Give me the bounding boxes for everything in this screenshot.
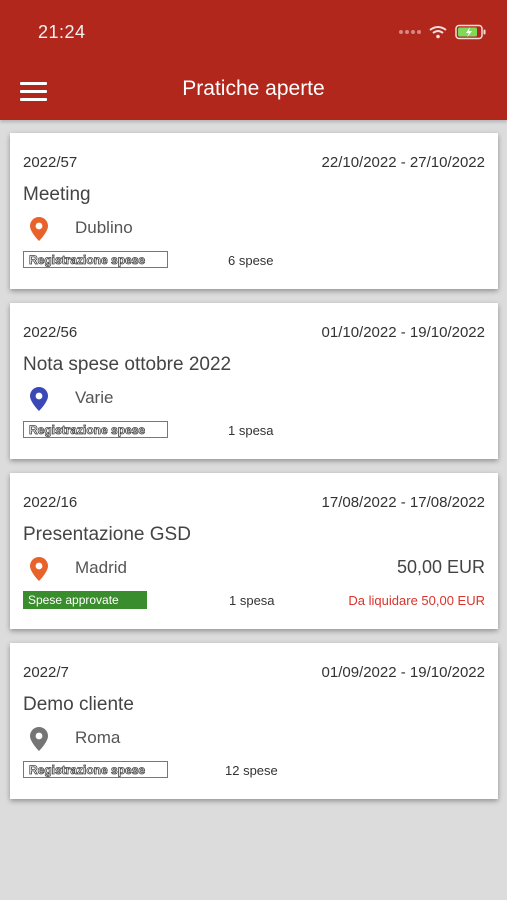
location-pin-icon [30, 217, 48, 241]
case-location: Roma [75, 728, 121, 747]
location-pin-icon [30, 557, 48, 581]
case-location: Madrid [75, 558, 127, 577]
status-bar: 21:24 [0, 0, 507, 62]
battery-charging-icon [455, 24, 486, 40]
case-code: 2022/7 [23, 664, 69, 681]
case-location: Varie [75, 388, 114, 407]
status-badge: Registrazione spese [23, 251, 168, 268]
expense-count: 12 spese [225, 763, 278, 778]
page-title: Pratiche aperte [182, 77, 325, 100]
case-title: Meeting [23, 184, 91, 205]
case-dates: 01/09/2022 - 19/10/2022 [321, 664, 485, 681]
case-amount: 50,00 EUR [396, 557, 485, 577]
case-card[interactable]: 2022/57 22/10/2022 - 27/10/2022 Meeting Dub… [10, 133, 498, 289]
app-bar: Pratiche aperte [0, 62, 507, 120]
case-card[interactable]: 2022/56 01/10/2022 - 19/10/2022 Nota spese… [10, 303, 498, 459]
status-time: 21:24 [38, 22, 86, 42]
status-icons [399, 24, 487, 40]
expense-count: 6 spese [228, 253, 274, 268]
case-title: Demo cliente [23, 694, 134, 715]
status-badge: Registrazione spese [23, 421, 168, 438]
expense-count: 1 spesa [228, 423, 274, 438]
status-badge: Registrazione spese [23, 761, 168, 778]
case-dates: 22/10/2022 - 27/10/2022 [321, 154, 485, 171]
case-title: Nota spese ottobre 2022 [23, 354, 232, 375]
case-list: 2022/57 22/10/2022 - 27/10/2022 Meeting Dub… [10, 133, 498, 813]
signal-icon [399, 30, 421, 34]
case-title: Presentazione GSD [23, 524, 191, 545]
case-dates: 17/08/2022 - 17/08/2022 [321, 494, 485, 511]
case-dates: 01/10/2022 - 19/10/2022 [321, 324, 485, 341]
case-card[interactable]: 2022/16 17/08/2022 - 17/08/2022 Presentazi… [10, 473, 498, 629]
case-card[interactable]: 2022/7 01/09/2022 - 19/10/2022 Demo client… [10, 643, 498, 799]
location-pin-icon [30, 387, 48, 411]
case-code: 2022/56 [23, 324, 78, 341]
case-code: 2022/16 [23, 494, 78, 511]
wifi-icon [429, 26, 447, 39]
amount-due: Da liquidare 50,00 EUR [348, 593, 485, 608]
location-pin-icon [30, 727, 48, 751]
status-badge: Spese approvate [23, 591, 147, 609]
case-code: 2022/57 [23, 154, 78, 171]
expense-count: 1 spesa [229, 593, 275, 608]
case-location: Dublino [75, 218, 133, 237]
